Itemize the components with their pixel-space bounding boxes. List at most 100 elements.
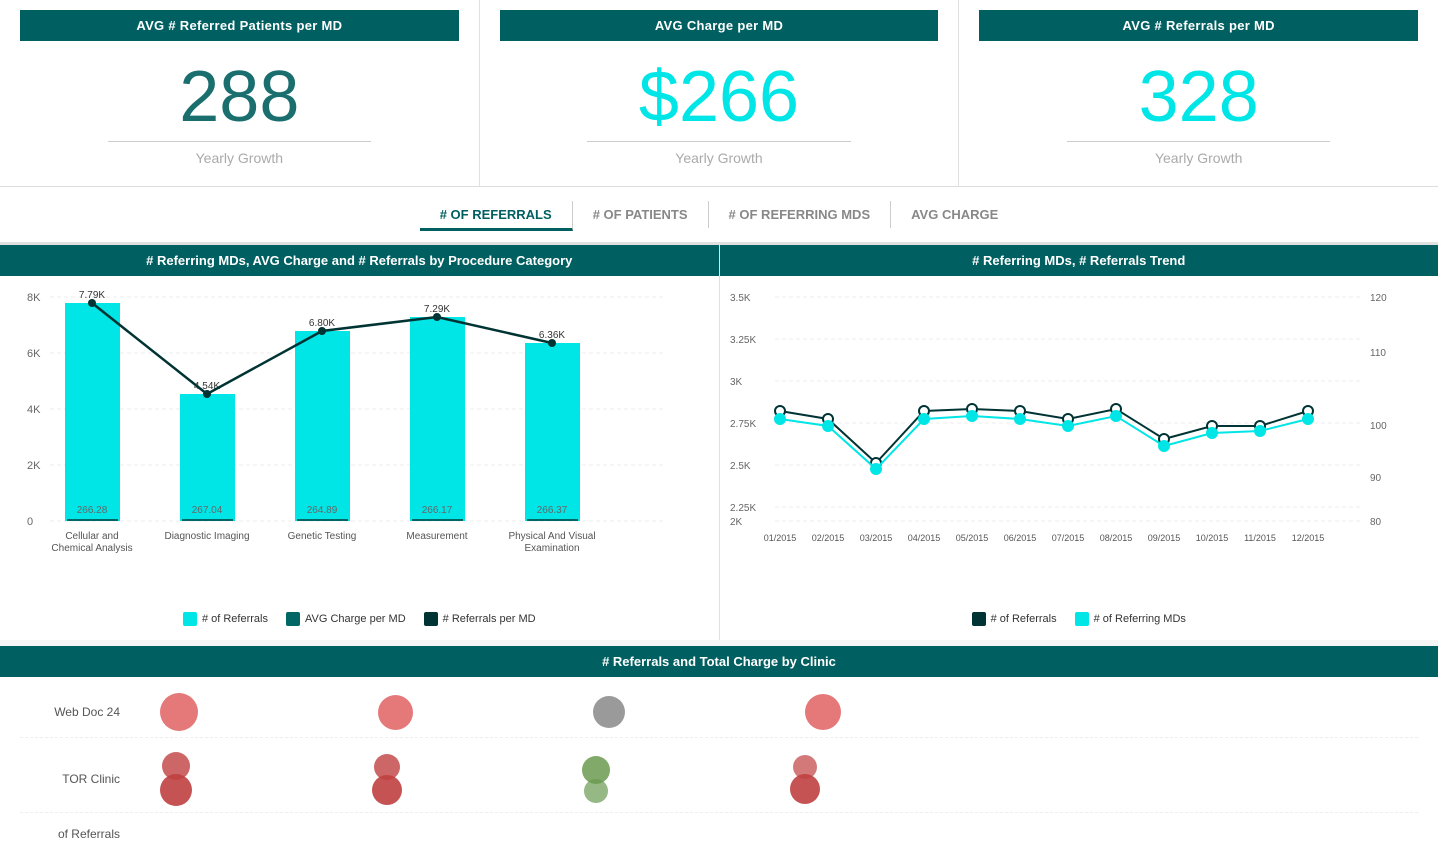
svg-text:10/2015: 10/2015 (1195, 533, 1228, 543)
svg-text:Examination: Examination (524, 543, 579, 554)
trend-legend-box-mds (1075, 612, 1089, 626)
bubble-tor-group-1 (160, 752, 192, 806)
bar-chart-title: # Referring MDs, AVG Charge and # Referr… (0, 245, 719, 276)
trend-legend-label-referrals: # of Referrals (991, 613, 1057, 625)
svg-text:3.25K: 3.25K (730, 335, 756, 346)
point-1 (88, 299, 96, 307)
kpi-header-avg-charge: AVG Charge per MD (500, 10, 939, 41)
svg-text:05/2015: 05/2015 (955, 533, 988, 543)
tab-referring-mds[interactable]: # OF REFERRING MDS (709, 201, 892, 228)
bar-chart-svg: 8K 6K 4K 2K 0 7.79K 266.28 4.54K 2 (5, 281, 685, 601)
bar-physical (525, 343, 580, 521)
md-trend-point-11 (1255, 426, 1265, 436)
svg-text:06/2015: 06/2015 (1003, 533, 1036, 543)
kpi-header-referred-patients: AVG # Referred Patients per MD (20, 10, 459, 41)
svg-text:08/2015: 08/2015 (1099, 533, 1132, 543)
tab-referrals[interactable]: # OF REFERRALS (420, 201, 573, 231)
md-trend-point-6 (1015, 414, 1025, 424)
kpi-label-referrals-per-md: Yearly Growth (1155, 150, 1242, 166)
charts-row: # Referring MDs, AVG Charge and # Referr… (0, 245, 1438, 640)
clinic-row-tor: TOR Clinic (20, 746, 1418, 813)
svg-text:0: 0 (27, 516, 33, 528)
legend-box-referrals (183, 612, 197, 626)
svg-text:120: 120 (1370, 293, 1387, 304)
svg-text:266.28: 266.28 (77, 505, 108, 516)
kpi-value-avg-charge: $266 (639, 61, 799, 133)
svg-text:02/2015: 02/2015 (811, 533, 844, 543)
svg-text:01/2015: 01/2015 (763, 533, 796, 543)
svg-text:04/2015: 04/2015 (907, 533, 940, 543)
clinic-bubbles-webdoc (140, 693, 861, 731)
trend-legend-mds: # of Referring MDs (1075, 612, 1186, 626)
kpi-card-avg-charge: AVG Charge per MD $266 Yearly Growth (480, 0, 960, 186)
kpi-header-referrals-per-md: AVG # Referrals per MD (979, 10, 1418, 41)
bottom-section: # Referrals and Total Charge by Clinic W… (0, 646, 1438, 857)
clinic-name-referrals: of Referrals (20, 827, 120, 841)
kpi-label-avg-charge: Yearly Growth (675, 150, 762, 166)
legend-box-referrals-per-md (424, 612, 438, 626)
svg-text:2K: 2K (27, 460, 41, 472)
svg-text:09/2015: 09/2015 (1147, 533, 1180, 543)
svg-text:07/2015: 07/2015 (1051, 533, 1084, 543)
small-bar-3 (297, 519, 348, 521)
trend-chart-panel: # Referring MDs, # Referrals Trend 3.5K … (720, 245, 1438, 640)
svg-text:Physical And Visual: Physical And Visual (508, 531, 595, 542)
svg-text:3.5K: 3.5K (730, 293, 751, 304)
point-2 (203, 390, 211, 398)
svg-text:4K: 4K (27, 404, 41, 416)
svg-text:Diagnostic Imaging: Diagnostic Imaging (164, 531, 249, 542)
trend-legend-label-mds: # of Referring MDs (1094, 613, 1186, 625)
tab-avg-charge[interactable]: AVG CHARGE (891, 201, 1018, 228)
clinic-name-tor: TOR Clinic (20, 772, 120, 786)
trend-chart-container: 3.5K 3.25K 3K 2.75K 2.5K 2.25K 2K 120 11… (720, 281, 1438, 604)
bar-chart-panel: # Referring MDs, AVG Charge and # Referr… (0, 245, 720, 640)
svg-text:2.25K: 2.25K (730, 503, 756, 514)
svg-text:Measurement: Measurement (406, 531, 467, 542)
svg-text:2.5K: 2.5K (730, 461, 751, 472)
clinic-row-referrals: of Referrals (20, 821, 1418, 847)
bubble-tor-group-2 (372, 754, 402, 805)
svg-text:6K: 6K (27, 348, 41, 360)
svg-text:Genetic Testing: Genetic Testing (288, 531, 357, 542)
legend-label-avg-charge: AVG Charge per MD (305, 613, 406, 625)
kpi-value-referrals-per-md: 328 (1139, 61, 1259, 133)
tab-patients[interactable]: # OF PATIENTS (573, 201, 709, 228)
bubble-tor-2b (372, 775, 402, 805)
clinic-list: Web Doc 24 TOR Clinic (0, 677, 1438, 857)
md-trend-point-9 (1159, 441, 1169, 451)
point-3 (318, 327, 326, 335)
md-trend-point-2 (823, 421, 833, 431)
trend-chart-title: # Referring MDs, # Referrals Trend (720, 245, 1438, 276)
svg-text:264.89: 264.89 (307, 505, 338, 516)
svg-text:266.37: 266.37 (537, 505, 568, 516)
legend-avg-charge: AVG Charge per MD (286, 612, 406, 626)
small-bar-2 (182, 519, 233, 521)
kpi-value-referred-patients: 288 (179, 61, 299, 133)
bar-diagnostic (180, 394, 235, 521)
legend-referrals-per-md: # Referrals per MD (424, 612, 536, 626)
kpi-card-referred-patients: AVG # Referred Patients per MD 288 Yearl… (0, 0, 480, 186)
kpi-card-referrals-per-md: AVG # Referrals per MD 328 Yearly Growth (959, 0, 1438, 186)
md-trend-point-10 (1207, 428, 1217, 438)
svg-text:80: 80 (1370, 517, 1382, 528)
trend-chart-svg: 3.5K 3.25K 3K 2.75K 2.5K 2.25K 2K 120 11… (725, 281, 1405, 601)
tabs-section: # OF REFERRALS # OF PATIENTS # OF REFERR… (0, 187, 1438, 245)
bubble-tor-group-3 (582, 756, 610, 803)
legend-box-avg-charge (286, 612, 300, 626)
bubble-webdoc-4 (805, 694, 841, 730)
bubble-webdoc-2 (378, 695, 413, 730)
point-4 (433, 313, 441, 321)
trend-legend-referrals: # of Referrals (972, 612, 1057, 626)
svg-text:12/2015: 12/2015 (1291, 533, 1324, 543)
md-trend-point-5 (967, 411, 977, 421)
svg-text:11/2015: 11/2015 (1244, 533, 1276, 543)
kpi-label-referred-patients: Yearly Growth (196, 150, 283, 166)
small-bar-5 (527, 519, 578, 521)
bubble-tor-1b (160, 774, 192, 806)
md-trend-point-7 (1063, 421, 1073, 431)
trend-chart-legend: # of Referrals # of Referring MDs (720, 604, 1438, 630)
legend-label-referrals: # of Referrals (202, 613, 268, 625)
small-bar-1 (67, 519, 118, 521)
md-trend-point-8 (1111, 411, 1121, 421)
bubble-tor-3b (584, 779, 608, 803)
